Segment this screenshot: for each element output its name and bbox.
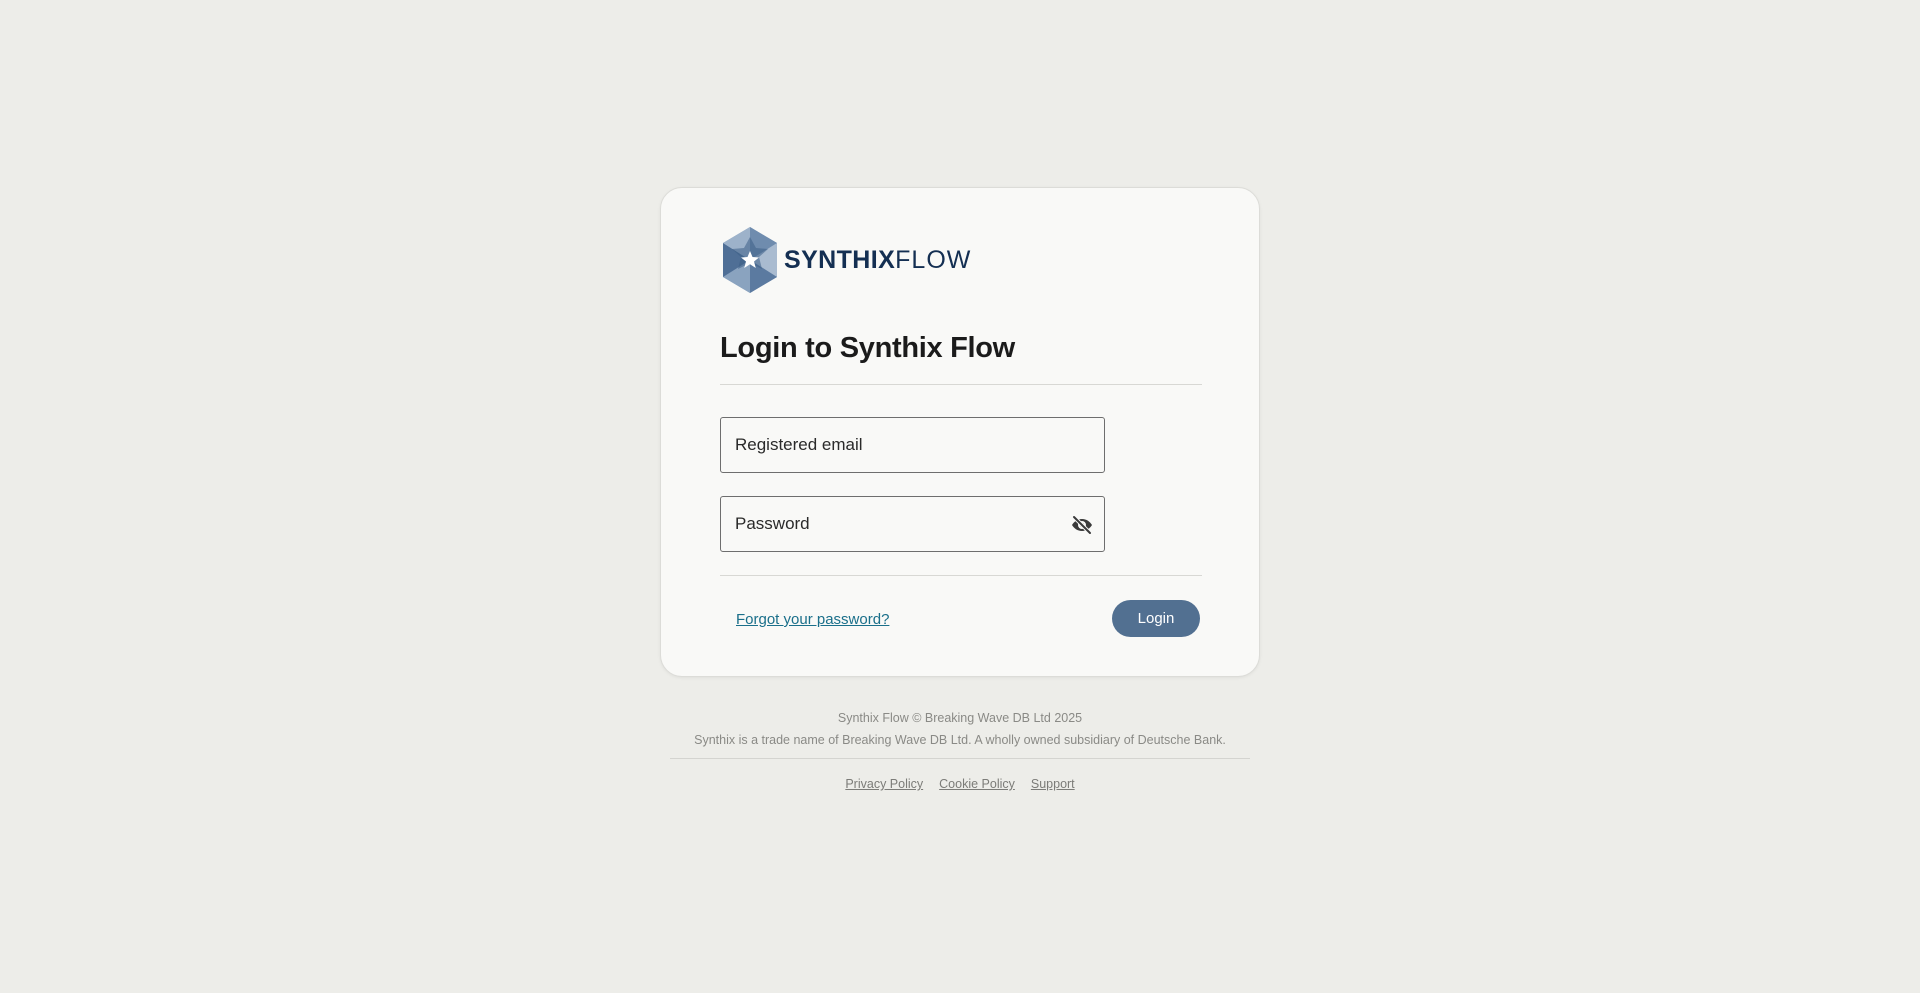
eye-slash-icon[interactable] [1070,513,1094,537]
footer-links: Privacy Policy Cookie Policy Support [660,777,1260,791]
brand-wordmark: SYNTHIX FLOW [784,246,971,275]
footer-legal-note: Synthix is a trade name of Breaking Wave… [694,733,1226,747]
hexagon-star-logo-icon [723,227,777,293]
page-footer: Synthix Flow © Breaking Wave DB Ltd 2025… [660,710,1260,791]
login-button[interactable]: Login [1112,600,1200,637]
privacy-policy-link[interactable]: Privacy Policy [845,777,923,791]
login-card: SYNTHIXFLOW Login to Synthix Flow Forgot… [660,187,1260,677]
password-field-wrapper [720,496,1105,552]
cookie-policy-link[interactable]: Cookie Policy [939,777,1015,791]
forgot-password-link[interactable]: Forgot your password? [736,611,889,628]
support-link[interactable]: Support [1031,777,1075,791]
form-divider [720,575,1202,576]
page-title: Login to Synthix Flow [720,332,1015,364]
email-field-wrapper [720,417,1105,473]
title-divider [720,384,1202,385]
footer-copyright: Synthix Flow © Breaking Wave DB Ltd 2025 [837,711,1083,725]
email-field[interactable] [721,418,1104,472]
footer-divider [670,758,1250,759]
brand-logo: SYNTHIX FLOW [720,227,971,293]
brand-name-bold: SYNTHIX [784,245,896,274]
brand-name-light: FLOW [895,245,972,274]
password-field[interactable] [721,497,1104,551]
